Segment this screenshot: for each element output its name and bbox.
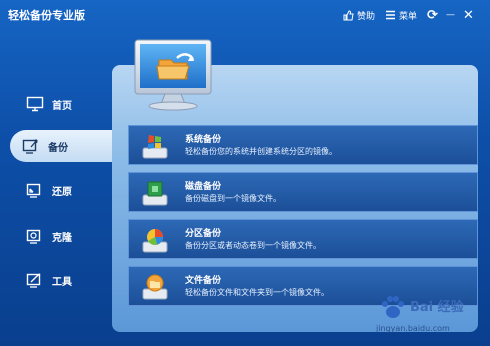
system-backup-option[interactable]: 系统备份 轻松备份您的系统并创建系统分区的镜像。 bbox=[128, 125, 478, 165]
sidebar-item-label: 首页 bbox=[52, 100, 72, 112]
app-window: 轻松备份专业版 赞助 菜单 ⟳ — ✕ 首页 备份 还原 克隆 工具 系统备份 … bbox=[0, 0, 490, 346]
option-title: 文件备份 bbox=[185, 276, 222, 286]
sidebar-item-label: 备份 bbox=[48, 142, 68, 154]
option-title: 磁盘备份 bbox=[185, 182, 222, 192]
sidebar-item-label: 工具 bbox=[52, 276, 72, 288]
title-bar: 轻松备份专业版 赞助 菜单 ⟳ — ✕ bbox=[0, 0, 490, 30]
sidebar-item-backup[interactable]: 备份 bbox=[10, 130, 114, 162]
monitor-home-icon bbox=[26, 96, 44, 112]
sidebar-item-home[interactable]: 首页 bbox=[14, 88, 114, 120]
close-button[interactable]: ✕ bbox=[463, 6, 474, 24]
clone-icon bbox=[26, 229, 41, 244]
option-description: 备份磁盘到一个镜像文件。 bbox=[185, 194, 281, 203]
watermark-brand: Bai 经验 bbox=[410, 300, 464, 315]
minimize-icon: — bbox=[446, 10, 455, 20]
watermark-url: jingyan.baidu.com bbox=[376, 324, 450, 333]
sidebar-item-label: 克隆 bbox=[52, 232, 72, 244]
app-title: 轻松备份专业版 bbox=[8, 9, 85, 22]
option-title: 系统备份 bbox=[185, 135, 222, 145]
restore-icon bbox=[26, 183, 41, 198]
baidu-watermark: Bai 经验 jingyan.baidu.com bbox=[372, 290, 484, 342]
option-title: 分区备份 bbox=[185, 229, 222, 239]
sidebar-item-label: 还原 bbox=[52, 186, 72, 198]
thumbs-up-icon bbox=[342, 9, 354, 21]
option-description: 备份分区或者动态卷到一个镜像文件。 bbox=[185, 241, 321, 250]
green-disk-icon bbox=[142, 181, 168, 206]
sidebar-item-clone[interactable]: 克隆 bbox=[14, 220, 114, 252]
windows-disk-icon bbox=[142, 135, 168, 159]
close-icon: ✕ bbox=[463, 7, 474, 23]
option-description: 轻松备份您的系统并创建系统分区的镜像。 bbox=[185, 147, 337, 156]
option-description: 轻松备份文件和文件夹到一个镜像文件。 bbox=[185, 288, 329, 297]
sponsor-label: 赞助 bbox=[357, 11, 376, 22]
sidebar: 首页 备份 还原 克隆 工具 bbox=[0, 80, 114, 320]
backup-icon bbox=[22, 139, 38, 154]
menu-icon bbox=[384, 9, 396, 21]
sidebar-item-restore[interactable]: 还原 bbox=[14, 174, 114, 206]
paw-icon bbox=[382, 296, 404, 318]
partition-backup-option[interactable]: 分区备份 备份分区或者动态卷到一个镜像文件。 bbox=[128, 219, 478, 259]
monitor-folder-icon bbox=[134, 39, 212, 111]
sponsor-button[interactable]: 赞助 bbox=[342, 6, 375, 24]
pie-disk-icon bbox=[142, 229, 168, 253]
refresh-button[interactable]: ⟳ bbox=[427, 6, 438, 24]
menu-button[interactable]: 菜单 bbox=[384, 6, 417, 24]
minimize-button[interactable]: — bbox=[446, 6, 455, 24]
tools-icon bbox=[26, 273, 41, 288]
sidebar-item-tools[interactable]: 工具 bbox=[14, 264, 114, 296]
folder-disk-icon bbox=[142, 274, 168, 300]
refresh-icon: ⟳ bbox=[427, 7, 438, 23]
menu-label: 菜单 bbox=[399, 11, 418, 22]
disk-backup-option[interactable]: 磁盘备份 备份磁盘到一个镜像文件。 bbox=[128, 172, 478, 212]
